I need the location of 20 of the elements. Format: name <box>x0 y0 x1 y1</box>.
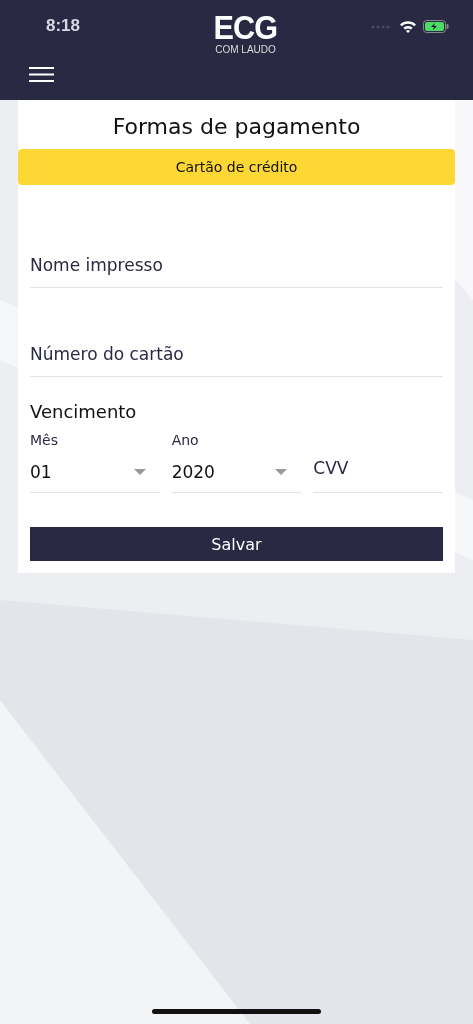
caret-icon <box>275 469 288 475</box>
page-title: Formas de pagamento <box>111 114 362 139</box>
logo: ECG <box>213 10 278 44</box>
input-field[interactable]: CVV <box>313 458 443 493</box>
input-field[interactable]: Número do cartão <box>30 344 443 377</box>
input-field[interactable]: Nome impresso <box>30 255 443 288</box>
field-label: Ano <box>171 432 200 448</box>
logo-subtitle: COM LAUDO <box>215 44 276 56</box>
select-field[interactable]: 01 <box>30 448 160 493</box>
payment-tab[interactable]: Cartão de crédito <box>18 149 455 185</box>
save-button[interactable]: Salvar <box>30 527 443 561</box>
section-heading: Vencimento <box>30 401 138 422</box>
wifi-icon <box>399 20 417 33</box>
menu-icon <box>29 67 54 82</box>
status-time: 8:18 <box>46 16 81 36</box>
battery-icon <box>423 20 449 33</box>
caret-icon <box>133 469 146 475</box>
menu-button[interactable] <box>29 67 54 82</box>
select-field[interactable]: 2020 <box>171 448 302 493</box>
field-label: Mês <box>30 432 59 448</box>
